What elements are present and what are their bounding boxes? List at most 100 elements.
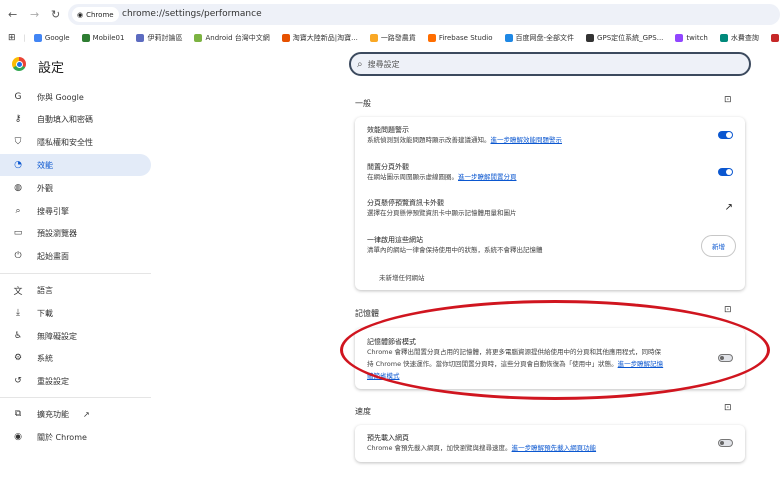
bookmark-label: GPS定位系統_GPS... [597, 33, 664, 42]
search-icon: ⌕ [357, 58, 363, 70]
sidebar-item-icon: ◉ [14, 432, 22, 442]
sidebar-item[interactable]: ⏻ 起始畫面 [0, 245, 151, 267]
sidebar-item-label: 你與 Google [37, 92, 84, 102]
sidebar-item-label: 預設瀏覽器 [37, 228, 77, 238]
sidebar-item-label: 關於 Chrome [37, 432, 87, 442]
sidebar-item[interactable]: ⤓ 下載 [0, 302, 151, 324]
sidebar-item-icon: ◔ [14, 160, 22, 170]
bookmark-item[interactable]: Android 台灣中文網 [194, 33, 270, 43]
open-external-icon: ↗ [83, 409, 90, 419]
chrome-icon: ◉ [77, 10, 84, 19]
url-text[interactable]: chrome://settings/performance [122, 9, 262, 19]
sidebar-item[interactable]: ↺ 重設設定 [0, 370, 151, 392]
sidebar-item-label: 無障礙設定 [37, 331, 77, 341]
open-external-icon[interactable]: ↗ [725, 202, 733, 213]
row-desc: 在網站圖示周圍顯示虛線圓圈。進一步瞭解閒置分頁 [367, 171, 517, 183]
divider [0, 397, 151, 398]
apps-icon[interactable]: ⊞ [8, 33, 16, 43]
sidebar-item[interactable]: ⚙ 系統 [0, 347, 151, 369]
sidebar-item-icon: ⤓ [16, 308, 20, 318]
performance-alerts-toggle[interactable] [718, 131, 733, 139]
learn-more-link[interactable]: 進一步瞭解閒置分頁 [458, 173, 517, 181]
chrome-logo [12, 57, 26, 71]
desc-text: 在網站圖示周圍顯示虛線圓圈。 [367, 173, 458, 181]
bookmark-favicon-icon [194, 33, 203, 42]
bookmark-item[interactable]: TechN [770, 33, 780, 43]
sidebar-item-icon: ⚷ [14, 114, 22, 124]
sidebar-item-label: 隱私權和安全性 [37, 137, 93, 147]
bookmark-label: Android 台灣中文網 [205, 33, 270, 42]
back-icon[interactable]: ← [8, 8, 17, 21]
sidebar-item[interactable]: ⧉ 擴充功能 ↗ [0, 403, 151, 425]
sidebar-item[interactable]: ◍ 外觀 [0, 177, 151, 199]
sidebar-item[interactable]: ⚷ 自動填入和密碼 [0, 108, 151, 130]
bookmark-item[interactable]: GPS定位系統_GPS... [586, 33, 663, 43]
sidebar-item-label: 系統 [37, 353, 53, 363]
bookmark-label: 一路發農貨 [380, 33, 416, 42]
sidebar-item-icon: ⚙ [13, 353, 23, 363]
feedback-icon[interactable]: ⊡ [724, 95, 732, 105]
bookmark-item[interactable]: twitch [675, 33, 708, 43]
bookmark-favicon-icon [33, 33, 42, 42]
row-desc: 選擇在分頁懸停預覽資訊卡中顯示記憶體用量和圖片 [367, 209, 517, 217]
speed-card: 預先載入網頁 Chrome 會預先載入網頁，加快瀏覽與搜尋速度。進一步瞭解預先載… [355, 425, 745, 462]
desc-text: Chrome 會預先載入網頁，加快瀏覽與搜尋速度。 [367, 444, 512, 452]
bookmark-favicon-icon [719, 33, 728, 42]
feedback-icon[interactable]: ⊡ [724, 403, 732, 413]
sidebar-item-icon: ↺ [14, 376, 22, 386]
sidebar-item-label: 搜尋引擎 [37, 206, 69, 216]
desc-text: 系統偵測到效能問題時顯示改善建議通知。 [367, 136, 491, 144]
sidebar-item-label: 下載 [37, 308, 53, 318]
feedback-icon[interactable]: ⊡ [724, 305, 732, 315]
bookmark-label: 伊莉討論區 [147, 33, 183, 42]
bookmark-item[interactable]: 一路發農貨 [369, 33, 416, 43]
learn-more-link[interactable]: 進一步瞭解預先載入網頁功能 [512, 444, 597, 452]
bookmark-item[interactable]: 水費查詢 [719, 33, 759, 43]
sidebar-item-label: 外觀 [37, 183, 53, 193]
sidebar-item-icon: 文 [13, 286, 23, 297]
page-title: 設定 [38, 61, 65, 76]
divider: | [23, 33, 26, 42]
bookmark-favicon-icon [504, 33, 513, 42]
bookmark-item[interactable]: Mobile01 [81, 33, 125, 43]
bookmark-label: Mobile01 [92, 33, 125, 42]
reload-icon[interactable]: ↻ [51, 8, 60, 21]
preload-toggle[interactable] [718, 439, 733, 447]
sidebar-item[interactable]: ▭ 預設瀏覽器 [0, 222, 151, 244]
row-desc: 系統偵測到效能問題時顯示改善建議通知。進一步瞭解效能問題警示 [367, 134, 562, 146]
sidebar-item[interactable]: ♿ 無障礙設定 [0, 325, 151, 347]
divider [0, 273, 151, 274]
empty-list-text: 未新增任何網站 [379, 274, 425, 282]
sidebar-item[interactable]: G 你與 Google [0, 86, 151, 108]
general-card: 效能問題警示 系統偵測到效能問題時顯示改善建議通知。進一步瞭解效能問題警示 閒置… [355, 117, 745, 290]
sidebar-item[interactable]: ⌕ 搜尋引擎 [0, 200, 151, 222]
sidebar-item-label: 起始畫面 [37, 251, 69, 261]
sidebar-item-icon: ⏻ [14, 251, 22, 261]
sidebar-item[interactable]: ⛉ 隱私權和安全性 [0, 131, 151, 153]
sidebar-item[interactable]: ◔ 效能 [0, 154, 151, 176]
sidebar-item-icon: ⛉ [14, 137, 22, 147]
site-chip[interactable]: ◉ Chrome [72, 7, 119, 22]
sidebar-item[interactable]: ◉ 關於 Chrome [0, 426, 151, 448]
sidebar-item[interactable]: 文 語言 [0, 279, 151, 301]
add-site-button[interactable]: 新增 [701, 235, 736, 257]
learn-more-link[interactable]: 進一步瞭解效能問題警示 [491, 136, 563, 144]
bookmark-favicon-icon [675, 33, 684, 42]
sidebar-item-label: 擴充功能 [37, 409, 69, 419]
sidebar-item-icon: ♿ [13, 331, 23, 341]
bookmark-label: 淘寶大陸新品|淘寶... [292, 33, 358, 42]
bookmark-label: 百度网盘-全部文件 [515, 33, 575, 42]
bookmark-item[interactable]: 百度网盘-全部文件 [504, 33, 575, 43]
sidebar-item-icon: ▭ [13, 228, 23, 238]
bookmark-item[interactable]: Firebase Studio [427, 33, 493, 43]
search-input[interactable]: ⌕ 搜尋設定 [349, 52, 751, 76]
bookmark-item[interactable]: 淘寶大陸新品|淘寶... [281, 33, 358, 43]
inactive-tabs-toggle[interactable] [718, 168, 733, 176]
bookmark-favicon-icon [136, 33, 145, 42]
row-desc: Chrome 會預先載入網頁，加快瀏覽與搜尋速度。進一步瞭解預先載入網頁功能 [367, 442, 596, 454]
bookmark-item[interactable]: Google [33, 33, 70, 43]
section-title-speed: 速度 [355, 407, 371, 416]
forward-icon[interactable]: → [30, 8, 39, 21]
bookmark-favicon-icon [369, 33, 378, 42]
bookmark-item[interactable]: 伊莉討論區 [136, 33, 182, 43]
